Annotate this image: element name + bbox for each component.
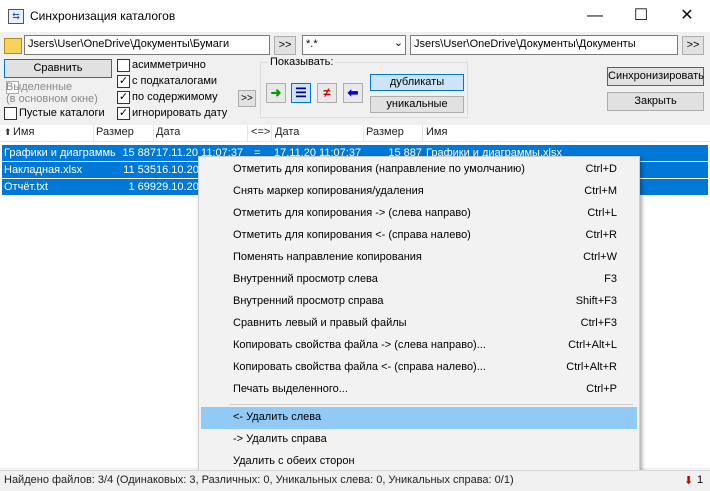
down-arrow-icon[interactable]: ⬇ — [684, 474, 693, 487]
cell-size: 1 699 — [128, 181, 156, 193]
unique-toggle[interactable]: уникальные — [370, 96, 464, 113]
cell-size: 15 887 — [122, 147, 156, 159]
empty-dirs-label: Пустые каталоги — [19, 107, 105, 119]
col-size-right[interactable]: Размер — [366, 126, 404, 138]
show-not-equal-icon[interactable]: ≠ — [317, 83, 337, 103]
left-path-input[interactable]: Jsers\User\OneDrive\Документы\Бумаги — [24, 35, 270, 55]
col-name-left[interactable]: Имя — [13, 126, 34, 138]
column-divider[interactable] — [93, 125, 94, 142]
show-legend: Показывать: — [268, 56, 336, 68]
menu-item-mark-right-to-left[interactable]: Отметить для копирования <- (справа нале… — [201, 225, 637, 247]
col-size-left[interactable]: Размер — [96, 126, 134, 138]
sort-arrow-icon: ⬆ — [4, 127, 12, 137]
browse-right-button[interactable]: >> — [682, 36, 704, 55]
ignore-date-checkbox[interactable]: ✓ — [117, 107, 130, 120]
empty-dirs-checkbox[interactable] — [4, 107, 17, 120]
menu-item-print[interactable]: Печать выделенного... Ctrl+P — [201, 379, 637, 401]
menu-item-delete-right[interactable]: -> Удалить справа — [201, 429, 637, 451]
column-divider[interactable] — [271, 125, 272, 142]
col-name-right[interactable]: Имя — [426, 126, 447, 138]
menu-item-compare-files[interactable]: Сравнить левый и правый файлы Ctrl+F3 — [201, 313, 637, 335]
menu-item-mark-default[interactable]: Отметить для копирования (направление по… — [201, 159, 637, 181]
close-button[interactable]: Закрыть — [607, 92, 704, 111]
browse-left-button[interactable]: >> — [274, 36, 296, 55]
app-icon: ⇆ — [8, 9, 24, 24]
menu-item-copy-props-ltr[interactable]: Копировать свойства файла -> (слева напр… — [201, 335, 637, 357]
menu-item-mark-left-to-right[interactable]: Отметить для копирования -> (слева напра… — [201, 203, 637, 225]
col-direction[interactable]: <=> — [251, 126, 270, 138]
cell-name: Накладная.xlsx — [4, 164, 83, 176]
duplicates-toggle[interactable]: дубликаты — [370, 74, 464, 91]
menu-item-view-right[interactable]: Внутренний просмотр справа Shift+F3 — [201, 291, 637, 313]
subdirs-label: с подкаталогами — [132, 75, 218, 87]
right-path-input[interactable]: Jsers\User\OneDrive\Документы\Документы — [410, 35, 678, 55]
context-menu: Отметить для копирования (направление по… — [198, 156, 640, 476]
menu-item-copy-props-rtl[interactable]: Копировать свойства файла <- (справа нал… — [201, 357, 637, 379]
menu-item-unmark[interactable]: Снять маркер копирования/удаления Ctrl+M — [201, 181, 637, 203]
menu-item-swap-direction[interactable]: Поменять направление копирования Ctrl+W — [201, 247, 637, 269]
chevron-down-icon[interactable]: ⌄ — [392, 35, 405, 53]
by-content-label: по содержимому — [132, 91, 218, 103]
folder-icon[interactable] — [4, 38, 22, 54]
show-right-arrow-icon[interactable]: ➜ — [266, 83, 286, 103]
subdirs-checkbox[interactable]: ✓ — [117, 75, 130, 88]
col-date-right[interactable]: Дата — [275, 126, 299, 138]
status-text: Найдено файлов: 3/4 (Одинаковых: 3, Разл… — [4, 474, 514, 486]
cell-name: Отчёт.txt — [4, 181, 48, 193]
cell-name: Графики и диаграммы — [4, 147, 116, 159]
compare-button[interactable]: Сравнить — [4, 59, 112, 78]
asymmetric-label: асимметрично — [132, 59, 206, 71]
menu-item-view-left[interactable]: Внутренний просмотр слева F3 — [201, 269, 637, 291]
menu-separator — [229, 404, 633, 405]
selected-sub-label: (в основном окне) — [6, 93, 98, 105]
asymmetric-checkbox[interactable] — [117, 59, 130, 72]
by-content-checkbox[interactable]: ✓ — [117, 91, 130, 104]
selected-label: Выделенные — [6, 81, 73, 93]
show-equal-icon[interactable]: ☰ — [291, 83, 311, 103]
synchronize-button[interactable]: Синхронизировать — [607, 67, 704, 86]
column-divider[interactable] — [153, 125, 154, 142]
column-divider[interactable] — [363, 125, 364, 142]
minimize-button[interactable]: — — [572, 0, 618, 32]
maximize-button[interactable]: ☐ — [618, 0, 664, 32]
show-left-arrow-icon[interactable]: ⬅ — [343, 83, 363, 103]
status-count: 1 — [697, 474, 704, 486]
file-mask-select[interactable]: *.* — [302, 35, 406, 55]
more-options-button[interactable]: >> — [238, 90, 256, 107]
cell-date: 16.10.20 — [156, 164, 198, 176]
cell-size: 11 535 — [123, 164, 156, 176]
menu-item-delete-left[interactable]: <- Удалить слева — [201, 407, 637, 429]
cell-date: 29.10.20 — [156, 181, 198, 193]
column-divider[interactable] — [247, 125, 248, 142]
column-divider[interactable] — [422, 125, 423, 142]
window-title: Синхронизация каталогов — [30, 9, 176, 23]
col-date-left[interactable]: Дата — [156, 126, 180, 138]
ignore-date-label: игнорировать дату — [132, 107, 228, 119]
close-window-button[interactable]: ✕ — [664, 0, 710, 32]
